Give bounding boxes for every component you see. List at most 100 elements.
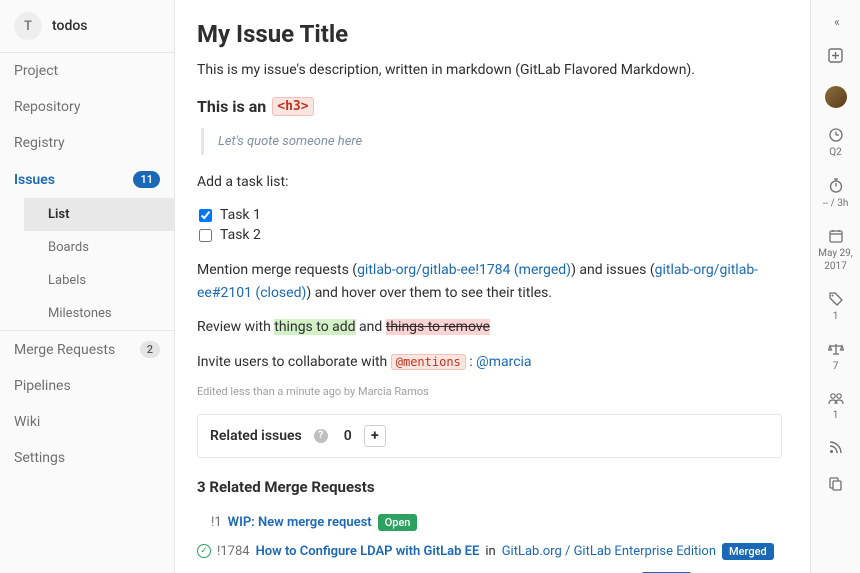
issue-title: My Issue Title [197,20,782,48]
project-avatar: T [14,12,42,40]
milestone-label: Q2 [829,147,842,158]
mr-row: ✓ !1784 How to Configure LDAP with GitLa… [197,537,782,566]
mr-row: ✓ !11075 New doc topic: issues in GitLab… [197,566,782,573]
nav-label: Wiki [14,414,40,430]
nav-label: Repository [14,99,80,115]
issue-description: This is my issue's description, written … [197,60,782,81]
nav-label: Milestones [48,306,112,321]
date-line1: May 29, [818,248,853,259]
task-intro: Add a task list: [197,171,782,193]
chevron-left-icon: « [834,16,837,28]
sidebar-item-registry[interactable]: Registry [0,125,174,161]
task-label: Task 1 [220,207,261,223]
sidebar-item-pipelines[interactable]: Pipelines [0,368,174,404]
nav-label: Boards [48,240,89,255]
nav-label: Project [14,63,58,79]
edited-note: Edited less than a minute ago by Marcia … [197,385,782,398]
clock-icon [829,128,843,145]
nav-label: List [48,207,69,222]
task-list: Task 1 Task 2 [199,205,782,245]
mr-row: !1 WIP: New merge request Open [197,508,782,537]
mr-title-link[interactable]: How to Configure LDAP with GitLab EE [256,544,480,559]
related-issues-count: 0 [344,428,352,444]
mr-project-link[interactable]: GitLab.org / GitLab Enterprise Edition [502,544,716,559]
sidebar-item-boards[interactable]: Boards [24,231,174,264]
main-content: My Issue Title This is my issue's descri… [175,0,810,573]
mr-reference-link[interactable]: gitlab-org/gitlab-ee!1784 (merged) [357,262,571,278]
task-checkbox[interactable] [199,209,212,222]
labels-count: 1 [833,311,839,322]
sidebar-item-list[interactable]: List [24,198,174,231]
status-badge: Merged [722,543,774,560]
stopwatch-icon [829,178,843,196]
mr-ref: !1 [211,515,222,530]
review-paragraph: Review with things to add and things to … [197,316,782,338]
notifications-button[interactable] [811,433,860,465]
task-checkbox[interactable] [199,229,212,242]
h3-prefix: This is an [197,97,266,116]
scale-icon [828,342,844,359]
tag-icon [829,292,843,309]
time-value: -- / 3h [823,198,849,209]
status-badge: Open [378,514,418,531]
text: and [356,319,386,335]
related-issues-title: Related issues [210,428,302,444]
mr-count-badge: 2 [140,341,160,358]
sidebar-item-milestones[interactable]: Milestones [24,297,174,330]
sidebar-item-project[interactable]: Project [0,53,174,89]
invite-paragraph: Invite users to collaborate with @mentio… [197,351,782,373]
merged-check-icon: ✓ [197,544,211,558]
nav-label: Issues [14,172,55,188]
text: Review with [197,319,274,335]
task-item: Task 1 [199,205,782,225]
nav-label: Merge Requests [14,342,115,358]
right-sidebar: « Q2 -- / 3h May 29, 2017 [810,0,860,573]
plus-square-icon [828,48,843,66]
add-related-issue-button[interactable]: + [364,425,386,447]
text: ) and hover over them to see their title… [306,285,552,301]
sidebar-item-labels[interactable]: Labels [24,264,174,297]
issues-submenu: List Boards Labels Milestones [0,198,174,330]
sidebar-item-repository[interactable]: Repository [0,89,174,125]
mention-paragraph: Mention merge requests (gitlab-org/gitla… [197,259,782,304]
date-line2: 2017 [824,261,846,272]
mention-code: @mentions [391,354,466,370]
copy-reference-button[interactable] [811,469,860,502]
sidebar-item-settings[interactable]: Settings [0,440,174,476]
labels-button[interactable]: 1 [811,284,860,330]
avatar [825,86,847,108]
milestone-button[interactable]: Q2 [811,120,860,166]
project-header[interactable]: T todos [0,0,174,52]
sidebar-item-merge-requests[interactable]: Merge Requests 2 [0,331,174,368]
rss-icon [829,441,842,457]
text: Invite users to collaborate with [197,354,391,370]
collapse-sidebar-button[interactable]: « [811,8,860,36]
nav-label: Registry [14,135,65,151]
weight-button[interactable]: 7 [811,334,860,380]
participants-count: 1 [833,410,839,421]
heading-h3-example: This is an <h3> [197,97,782,116]
text: Mention merge requests ( [197,262,357,278]
mr-ref: !1784 [217,544,250,559]
text: ) and issues ( [571,262,655,278]
related-issues-panel: Related issues ? 0 + [197,414,782,458]
deleted-text: things to remove [386,319,490,335]
add-todo-button[interactable] [811,40,860,74]
due-date-button[interactable]: May 29, 2017 [811,221,860,280]
user-mention-link[interactable]: @marcia [476,354,531,370]
sidebar-item-issues[interactable]: Issues 11 [0,161,174,198]
left-sidebar: T todos Project Repository Registry Issu… [0,0,175,573]
help-icon[interactable]: ? [314,429,328,443]
task-item: Task 2 [199,225,782,245]
mr-title-link[interactable]: WIP: New merge request [228,515,372,530]
sidebar-item-wiki[interactable]: Wiki [0,404,174,440]
users-icon [828,392,844,408]
blockquote: Let's quote someone here [201,128,782,155]
participants-button[interactable]: 1 [811,384,860,429]
text: in [485,544,495,559]
project-name: todos [52,18,87,34]
inserted-text: things to add [274,319,355,335]
nav-label: Settings [14,450,65,466]
assignee-button[interactable] [811,78,860,116]
time-tracking-button[interactable]: -- / 3h [811,170,860,217]
